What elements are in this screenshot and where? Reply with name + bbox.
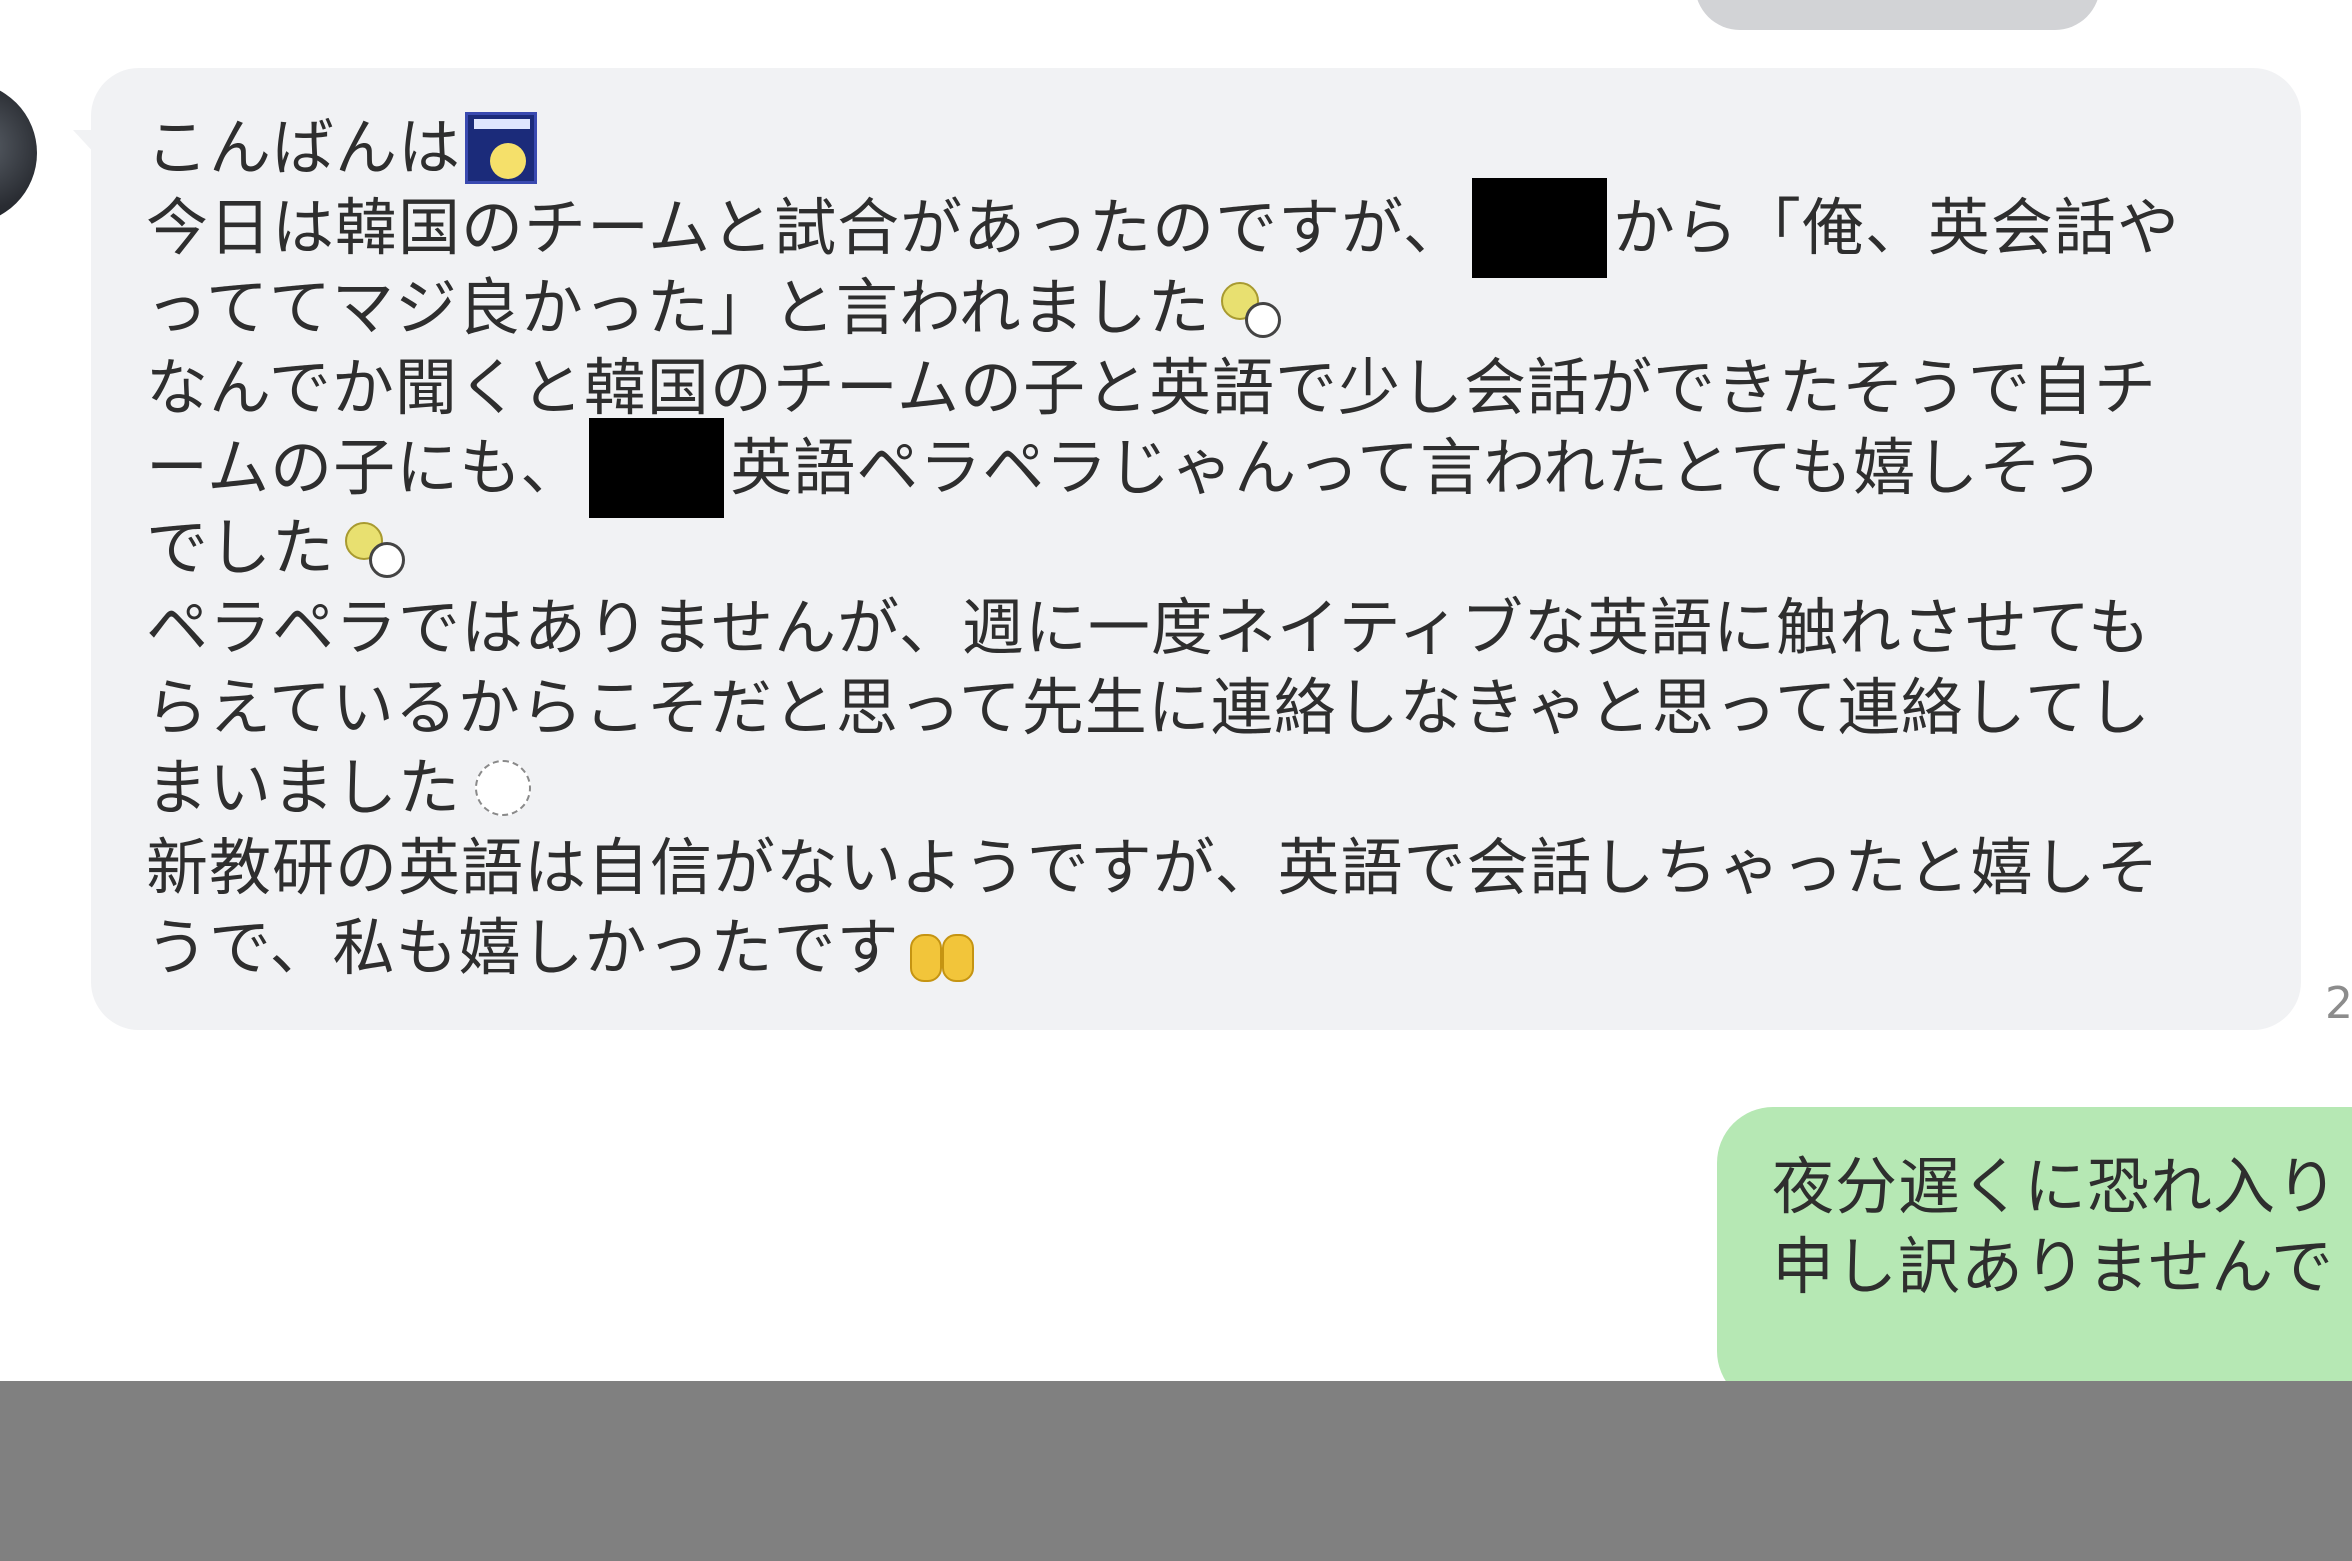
incoming-message-bubble[interactable]: こんばんは 今日は韓国のチームと試合があったのですが、 から「俺、英会話や って… bbox=[73, 68, 2301, 1030]
message-line: 新教研の英語は自信がないようですが、英語で会話しちゃったと嬉しそ bbox=[146, 828, 2236, 908]
message-line-text: っててマジ良かった」と言われました bbox=[146, 271, 1211, 344]
message-line: っててマジ良かった」と言われました bbox=[146, 268, 2236, 348]
sparkle-sticker-icon bbox=[465, 752, 537, 824]
message-line-text: こんばんは bbox=[146, 111, 462, 184]
message-line-text: から「俺、英会話や bbox=[1612, 191, 2180, 264]
message-line-text: 新教研の英語は自信がないようですが、英語で会話しちゃったと嬉しそ bbox=[146, 831, 2160, 904]
message-line: 今日は韓国のチームと試合があったのですが、 から「俺、英会話や bbox=[146, 178, 2236, 278]
message-timestamp: 2 bbox=[2325, 978, 2352, 1029]
bear-sticker-icon bbox=[1215, 272, 1287, 344]
message-line: らえているからこそだと思って先生に連絡しなきゃと思って連絡してし bbox=[146, 668, 2236, 748]
message-line-text: 申し訳ありませんで bbox=[1772, 1230, 2335, 1303]
redacted-name bbox=[589, 418, 725, 518]
message-line-text: なんでか聞くと韓国のチームの子と英語で少し会話ができたそうで自チ bbox=[146, 351, 2158, 424]
date-separator-pill bbox=[1695, 0, 2100, 30]
bear-sticker-icon bbox=[339, 512, 411, 584]
message-line-text: 今日は韓国のチームと試合があったのですが、 bbox=[146, 191, 1466, 264]
message-line-text: ームの子にも、 bbox=[146, 431, 584, 504]
incoming-message-text: こんばんは 今日は韓国のチームと試合があったのですが、 から「俺、英会話や って… bbox=[146, 108, 2236, 988]
outgoing-message-text: 夜分遅くに恐れ入り 申し訳ありませんで bbox=[1772, 1147, 2339, 1307]
message-line-text: 夜分遅くに恐れ入り bbox=[1772, 1150, 2340, 1223]
message-line-text: ペラペラではありませんが、週に一度ネイティブな英語に触れさせても bbox=[146, 591, 2151, 664]
bottom-overlay-bar bbox=[0, 1381, 2352, 1561]
redacted-name bbox=[1471, 178, 1607, 278]
sun-sticker-icon bbox=[465, 112, 538, 184]
message-line-text: 英語ペラペラじゃんって言われたとても嬉しそう bbox=[730, 431, 2106, 504]
message-line-text: うで、私も嬉しかったです bbox=[146, 911, 900, 984]
chat-view: こんばんは 今日は韓国のチームと試合があったのですが、 から「俺、英会話や って… bbox=[0, 0, 2352, 1561]
message-line: でした bbox=[146, 508, 2236, 588]
message-line: うで、私も嬉しかったです bbox=[146, 908, 2236, 988]
message-line: ームの子にも、 英語ペラペラじゃんって言われたとても嬉しそう bbox=[146, 418, 2236, 518]
avatar[interactable] bbox=[0, 82, 37, 224]
message-line-text: らえているからこそだと思って先生に連絡しなきゃと思って連絡してし bbox=[146, 671, 2151, 744]
message-line-text: でした bbox=[146, 511, 336, 584]
raised-hands-emoji-icon bbox=[904, 912, 976, 984]
message-line: なんでか聞くと韓国のチームの子と英語で少し会話ができたそうで自チ bbox=[146, 348, 2236, 428]
message-line: ペラペラではありませんが、週に一度ネイティブな英語に触れさせても bbox=[146, 588, 2236, 668]
message-line-text: まいました bbox=[146, 751, 462, 824]
message-line: まいました bbox=[146, 748, 2236, 828]
message-line: こんばんは bbox=[146, 108, 2236, 188]
outgoing-message-bubble[interactable]: 夜分遅くに恐れ入り 申し訳ありませんで bbox=[1717, 1107, 2352, 1407]
